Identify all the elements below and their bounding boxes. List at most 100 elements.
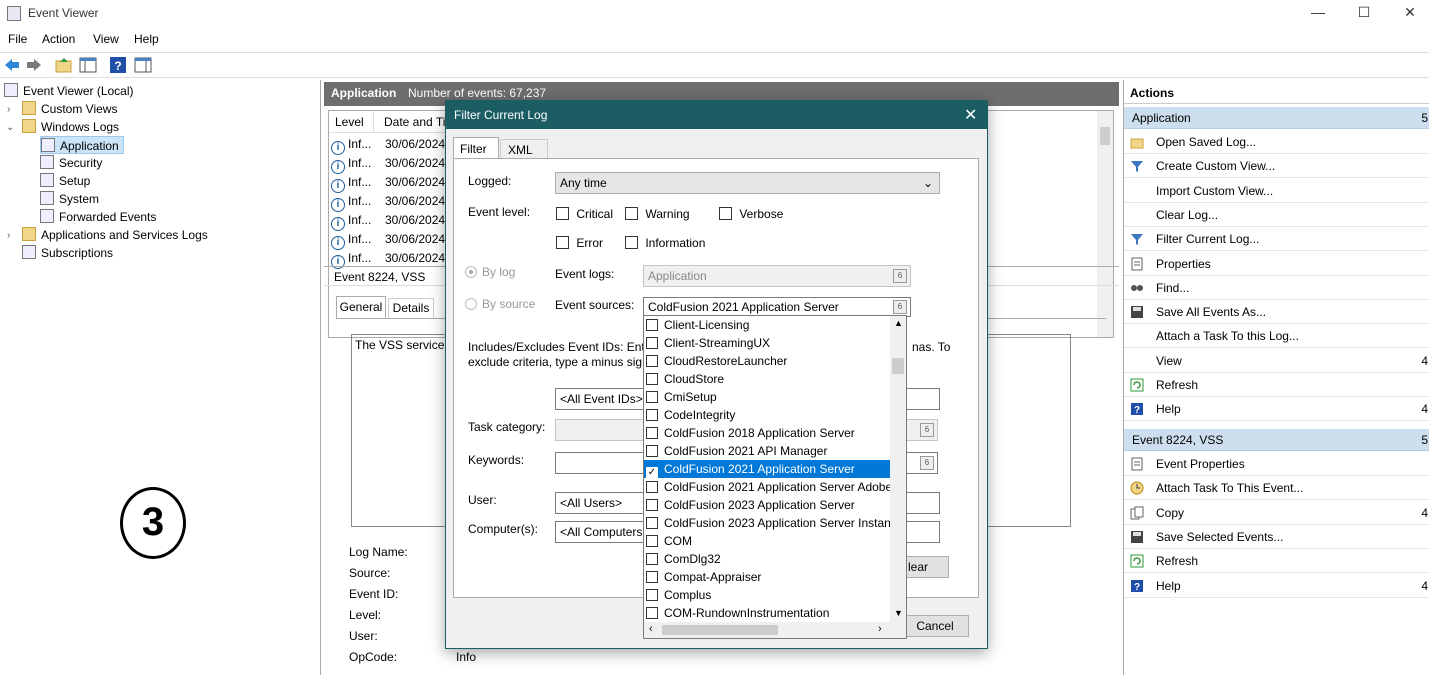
tree-item-application[interactable]: Application (40, 136, 124, 154)
section-event[interactable]: Event 8224, VSS 5 (1124, 429, 1429, 451)
minimize-button[interactable]: — (1303, 4, 1333, 24)
action-attach-a-task-to-this-log[interactable]: Attach a Task To this Log... (1124, 324, 1429, 348)
source-list-item[interactable]: Client-StreamingUX (644, 334, 890, 352)
source-checkbox[interactable] (646, 553, 658, 565)
table-row[interactable]: i Inf... 30/06/2024 (331, 211, 445, 231)
tree-item-custom-views[interactable]: Custom Views (22, 100, 117, 118)
source-list-item[interactable]: CloudStore (644, 370, 890, 388)
back-arrow-icon[interactable] (3, 56, 21, 74)
scroll-down-icon[interactable]: ▼ (894, 608, 903, 618)
verbose-checkbox[interactable]: Verbose (719, 207, 783, 221)
source-list-item[interactable]: Compat-Appraiser (644, 568, 890, 586)
source-list-item[interactable]: ComDlg32 (644, 550, 890, 568)
folder-up-icon[interactable] (55, 56, 73, 74)
expand-arrow-icon[interactable]: › (7, 104, 10, 115)
table-row[interactable]: i Inf... 30/06/2024 (331, 135, 445, 155)
action-create-custom-view[interactable]: Create Custom View... (1124, 154, 1429, 178)
column-level[interactable]: Level (335, 115, 364, 129)
error-checkbox[interactable]: Error (556, 236, 603, 250)
dialog-close-icon[interactable]: ✕ (964, 105, 977, 125)
action-filter-current-log[interactable]: Filter Current Log... (1124, 227, 1429, 251)
action-clear-log[interactable]: Clear Log... (1124, 203, 1429, 227)
source-checkbox[interactable] (646, 337, 658, 349)
source-checkbox[interactable]: ✓ (646, 467, 658, 478)
action-view[interactable]: View 4 (1124, 349, 1429, 373)
event-logs-field[interactable]: Application 6 (643, 265, 911, 287)
tree-item-apps-services-logs[interactable]: Applications and Services Logs (22, 226, 208, 244)
scroll-left-icon[interactable]: ‹ (649, 623, 653, 635)
source-list-item[interactable]: Complus (644, 586, 890, 604)
source-list-item[interactable]: ✓ ColdFusion 2021 Application Server (644, 460, 890, 478)
source-list-vscroll[interactable]: ▲ ▼ (890, 316, 906, 622)
tree-item-security[interactable]: Security (40, 154, 102, 172)
table-row[interactable]: i Inf... 30/06/2024 (331, 192, 445, 212)
source-checkbox[interactable] (646, 391, 658, 403)
table-row[interactable]: i Inf... 30/06/2024 (331, 173, 445, 193)
source-list-item[interactable]: ColdFusion 2021 API Manager (644, 442, 890, 460)
show-action-pane-icon[interactable] (134, 56, 152, 74)
expand-arrow-icon[interactable]: › (7, 230, 10, 241)
action-refresh[interactable]: Refresh (1124, 373, 1429, 397)
action-event-properties[interactable]: Event Properties (1124, 452, 1429, 476)
action-find[interactable]: Find... (1124, 276, 1429, 300)
source-checkbox[interactable] (646, 589, 658, 601)
collapse-arrow-icon[interactable]: ⌄ (6, 122, 14, 133)
action-save-all-events-as[interactable]: Save All Events As... (1124, 300, 1429, 324)
source-checkbox[interactable] (646, 319, 658, 331)
event-list-scrollbar[interactable] (1097, 111, 1113, 337)
tab-details[interactable]: Details (388, 298, 434, 318)
scroll-up-icon[interactable]: ▲ (894, 318, 903, 328)
table-row[interactable]: i Inf... 30/06/2024 (331, 154, 445, 174)
menu-help[interactable]: Help (134, 32, 159, 46)
source-checkbox[interactable] (646, 517, 658, 529)
column-date[interactable]: Date and Ti (384, 115, 445, 129)
source-list-item[interactable]: ColdFusion 2021 Application Server Adobe… (644, 478, 890, 496)
cancel-button[interactable]: Cancel (901, 615, 969, 637)
logged-select[interactable]: Any time ⌄ (555, 172, 940, 194)
source-list-item[interactable]: COM (644, 532, 890, 550)
help-icon[interactable]: ? (109, 56, 127, 74)
scroll-thumb[interactable] (892, 358, 904, 374)
source-list-item[interactable]: COM-RundownInstrumentation (644, 604, 890, 622)
action-refresh[interactable]: Refresh (1124, 549, 1429, 573)
table-row[interactable]: i Inf... 30/06/2024 (331, 230, 445, 250)
close-button[interactable]: ✕ (1395, 4, 1425, 24)
tree-item-windows-logs[interactable]: Windows Logs (22, 118, 119, 136)
source-list-item[interactable]: ColdFusion 2018 Application Server (644, 424, 890, 442)
warning-checkbox[interactable]: Warning (625, 207, 690, 221)
menu-action[interactable]: Action (42, 32, 75, 46)
source-checkbox[interactable] (646, 373, 658, 385)
information-checkbox[interactable]: Information (625, 236, 705, 250)
event-sources-field[interactable]: ColdFusion 2021 Application Server 6 (643, 297, 911, 317)
section-application[interactable]: Application 5 (1124, 107, 1429, 129)
source-checkbox[interactable] (646, 409, 658, 421)
tab-filter[interactable]: Filter (453, 137, 499, 159)
maximize-button[interactable]: ☐ (1349, 4, 1379, 24)
menu-file[interactable]: File (8, 32, 27, 46)
menu-view[interactable]: View (93, 32, 119, 46)
source-checkbox[interactable] (646, 607, 658, 619)
scroll-right-icon[interactable]: › (878, 623, 882, 635)
source-checkbox[interactable] (646, 571, 658, 583)
action-help[interactable]: ? Help 4 (1124, 397, 1429, 421)
source-checkbox[interactable] (646, 445, 658, 457)
action-copy[interactable]: Copy 4 (1124, 501, 1429, 525)
tree-item-forwarded-events[interactable]: Forwarded Events (40, 208, 156, 226)
tree-item-root[interactable]: Event Viewer (Local) (4, 82, 134, 100)
source-checkbox[interactable] (646, 427, 658, 439)
action-properties[interactable]: Properties (1124, 252, 1429, 276)
source-checkbox[interactable] (646, 535, 658, 547)
forward-arrow-icon[interactable] (25, 56, 43, 74)
by-source-radio[interactable]: By source (465, 297, 535, 311)
critical-checkbox[interactable]: Critical (556, 207, 613, 221)
tree-item-subscriptions[interactable]: Subscriptions (22, 244, 113, 262)
action-import-custom-view[interactable]: Import Custom View... (1124, 179, 1429, 203)
scroll-thumb[interactable] (1100, 127, 1110, 145)
source-list-item[interactable]: CodeIntegrity (644, 406, 890, 424)
source-list-item[interactable]: Client-Licensing (644, 316, 890, 334)
source-list-item[interactable]: CmiSetup (644, 388, 890, 406)
action-help[interactable]: ? Help 4 (1124, 574, 1429, 598)
source-list-item[interactable]: CloudRestoreLauncher (644, 352, 890, 370)
show-hide-tree-icon[interactable] (79, 56, 97, 74)
tab-xml[interactable]: XML (500, 139, 548, 159)
